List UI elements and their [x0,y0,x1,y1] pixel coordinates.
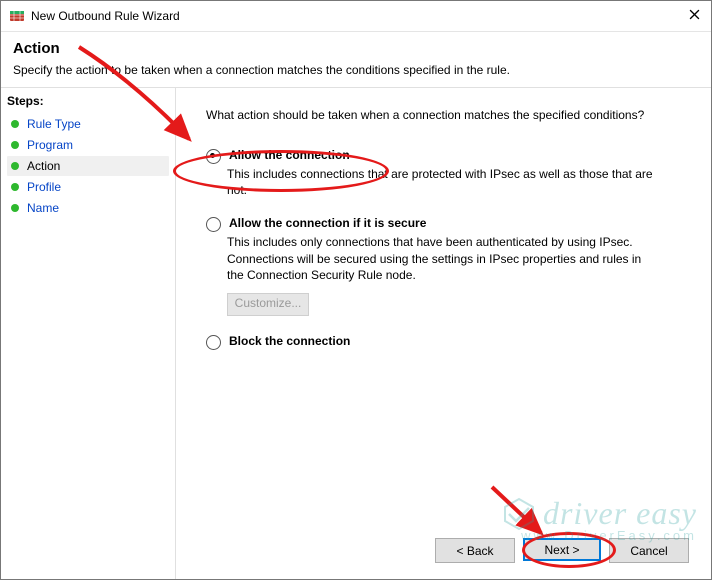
step-label: Program [27,138,73,152]
step-item-program[interactable]: Program [7,135,169,155]
close-button[interactable] [685,5,703,23]
step-bullet-icon [11,183,19,191]
step-label: Rule Type [27,117,81,131]
page-subtitle: Specify the action to be taken when a co… [13,63,699,77]
radio-allow_secure[interactable] [206,217,221,232]
firewall-icon [9,8,25,24]
step-label: Name [27,201,59,215]
window-title: New Outbound Rule Wizard [31,9,180,23]
option-allow: Allow the connection This includes connec… [206,148,689,198]
back-button[interactable]: < Back [435,538,515,563]
action-question: What action should be taken when a conne… [206,108,689,122]
radio-block[interactable] [206,335,221,350]
option-label-allow_secure: Allow the connection if it is secure [229,216,426,230]
step-bullet-icon [11,204,19,212]
step-bullet-icon [11,120,19,128]
page-heading: Action [13,40,699,57]
step-label: Profile [27,180,61,194]
step-item-action[interactable]: Action [7,156,169,176]
step-item-name[interactable]: Name [7,198,169,218]
radio-allow[interactable] [206,149,221,164]
option-allow_secure: Allow the connection if it is secure This… [206,216,689,316]
wizard-buttons: < Back Next > Cancel [206,528,689,569]
steps-sidebar: Steps: Rule Type Program Action Profile Name [1,88,176,579]
wizard-window: New Outbound Rule Wizard Action Specify … [0,0,712,580]
customize-button: Customize... [227,293,309,316]
main-panel: What action should be taken when a conne… [176,88,711,579]
step-item-profile[interactable]: Profile [7,177,169,197]
option-block: Block the connection [206,334,689,350]
steps-label: Steps: [7,92,169,108]
cancel-button[interactable]: Cancel [609,538,689,563]
option-desc-allow: This includes connections that are prote… [227,166,657,198]
content-area: Steps: Rule Type Program Action Profile Name… [1,87,711,579]
wizard-header: Action Specify the action to be taken wh… [1,32,711,87]
titlebar: New Outbound Rule Wizard [1,1,711,32]
step-bullet-icon [11,141,19,149]
step-item-rule-type[interactable]: Rule Type [7,114,169,134]
step-bullet-icon [11,162,19,170]
option-desc-allow_secure: This includes only connections that have… [227,234,657,283]
step-label: Action [27,159,60,173]
option-label-allow: Allow the connection [229,148,350,162]
next-button[interactable]: Next > [523,538,601,561]
option-label-block: Block the connection [229,334,350,348]
